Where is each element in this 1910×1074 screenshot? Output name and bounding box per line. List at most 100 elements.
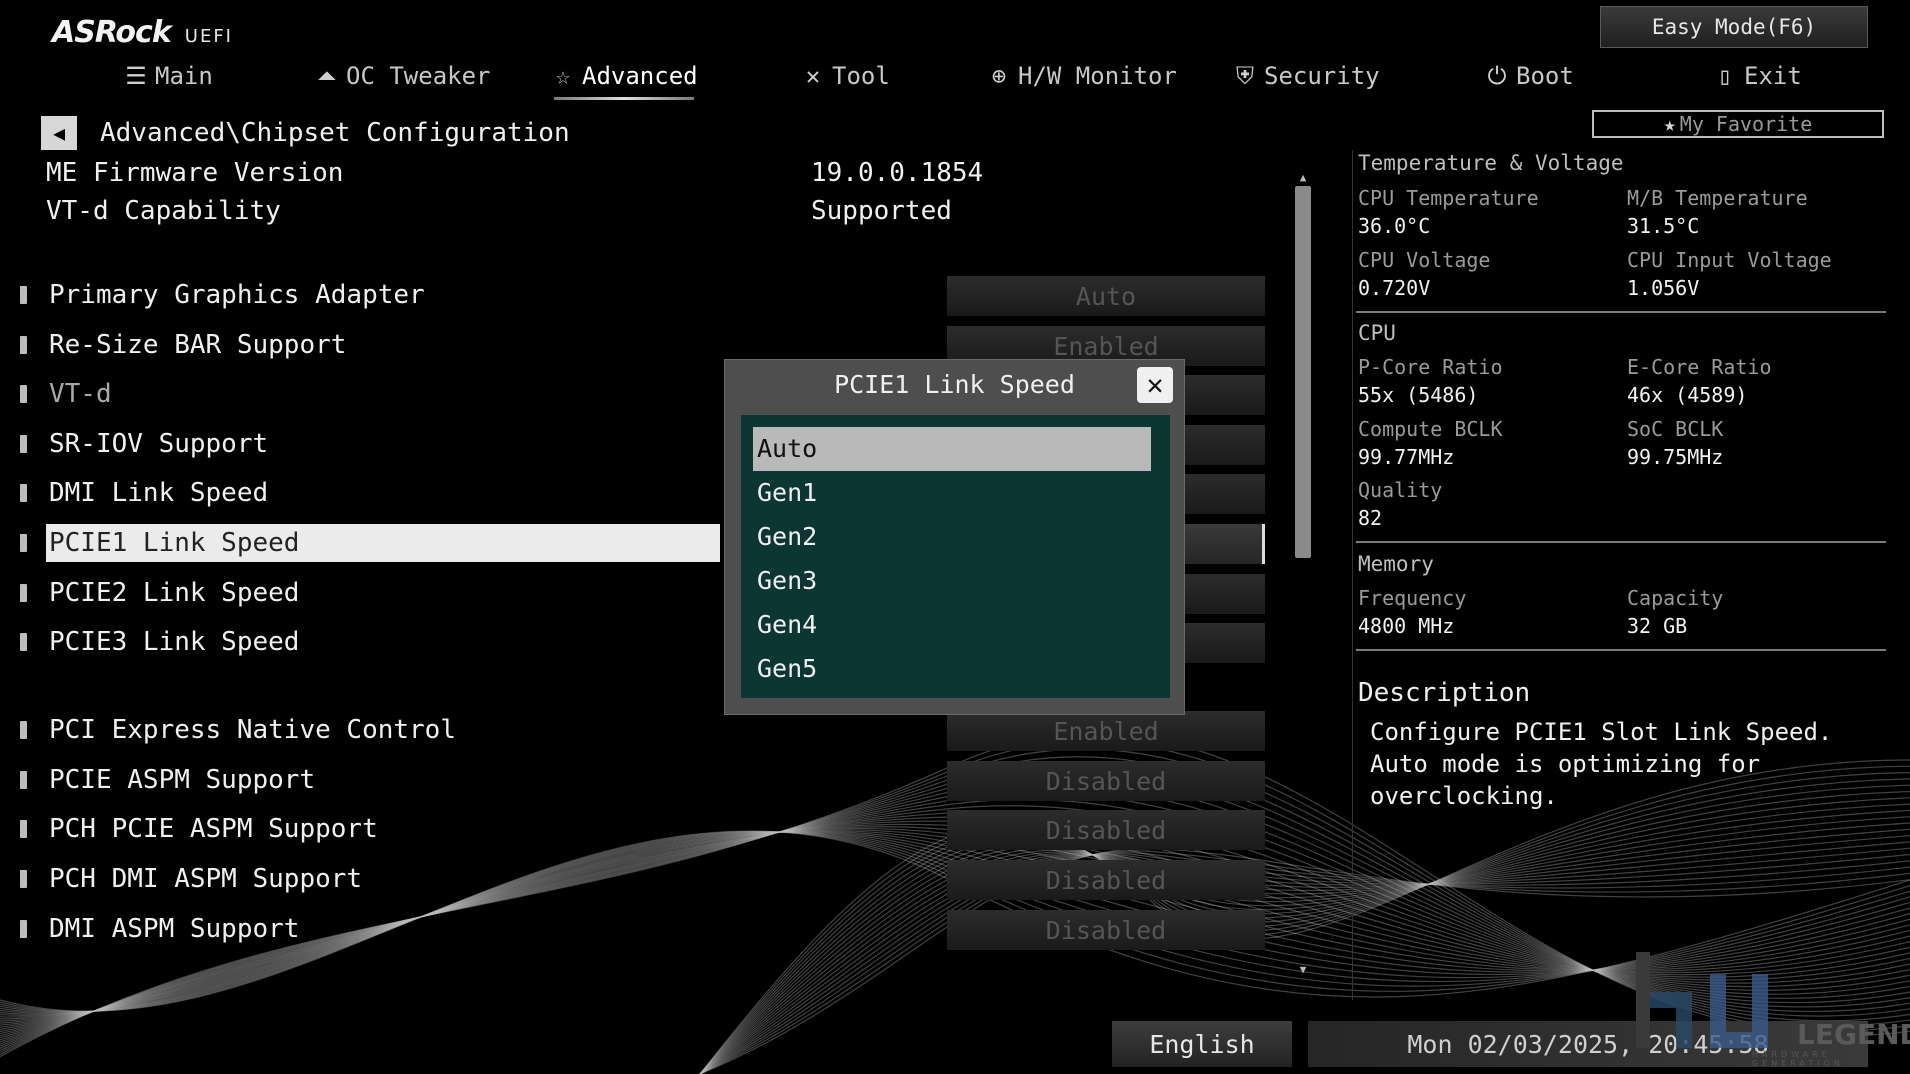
tab-oc-tweaker[interactable]: ⏶ OC Tweaker bbox=[314, 54, 491, 98]
tab-oc-tweaker-label: OC Tweaker bbox=[346, 62, 491, 90]
back-arrow-icon: ◀ bbox=[52, 121, 66, 145]
breadcrumb: Advanced\Chipset Configuration bbox=[100, 118, 570, 148]
setting-pch-dmi-aspm-support[interactable]: PCH DMI ASPM Support bbox=[49, 860, 362, 898]
row-bullet bbox=[20, 920, 27, 938]
list-icon: ☰ bbox=[125, 62, 147, 90]
mb-temp-value: 31.5°C bbox=[1627, 214, 1700, 238]
tab-main-label: Main bbox=[155, 62, 213, 90]
watermark-logo: LEGEND HARDWARE GENERATION bbox=[1632, 952, 1910, 1068]
dialog-title: PCIE1 Link Speed bbox=[834, 370, 1075, 399]
setting-pcie-aspm-support[interactable]: PCIE ASPM Support bbox=[49, 761, 315, 799]
quality-label: Quality bbox=[1358, 478, 1443, 502]
panel-divider bbox=[1356, 541, 1886, 543]
star-icon: ☆ bbox=[555, 62, 571, 90]
tab-exit[interactable]: ▯ Exit bbox=[1712, 54, 1802, 98]
setting-pcie1-link-speed[interactable]: PCIE1 Link Speed bbox=[49, 524, 299, 562]
option-gen2[interactable]: Gen2 bbox=[753, 515, 1151, 559]
panel-divider bbox=[1356, 311, 1886, 313]
tab-advanced[interactable]: ☆ Advanced bbox=[550, 54, 698, 100]
link-speed-dialog: PCIE1 Link Speed ✕ Auto Gen1 Gen2 Gen3 G… bbox=[724, 359, 1185, 715]
row-bullet bbox=[20, 385, 27, 403]
option-gen1[interactable]: Gen1 bbox=[753, 471, 1151, 515]
row-bullet bbox=[20, 870, 27, 888]
vtd-capability-value: Supported bbox=[811, 196, 952, 226]
back-button[interactable]: ◀ bbox=[41, 116, 77, 150]
value-primary-graphics-adapter[interactable]: Auto bbox=[947, 276, 1265, 316]
scrollbar-thumb[interactable] bbox=[1295, 186, 1311, 558]
setting-pcie2-link-speed[interactable]: PCIE2 Link Speed bbox=[49, 574, 299, 612]
cpu-input-voltage-label: CPU Input Voltage bbox=[1627, 248, 1832, 272]
crosshair-icon: ⊕ bbox=[991, 62, 1007, 90]
scroll-down-icon[interactable]: ▼ bbox=[1295, 963, 1311, 977]
tab-main[interactable]: ☰ Main bbox=[123, 54, 213, 98]
option-gen4[interactable]: Gen4 bbox=[753, 603, 1151, 647]
setting-pch-pcie-aspm-support[interactable]: PCH PCIE ASPM Support bbox=[49, 810, 378, 848]
setting-dmi-link-speed[interactable]: DMI Link Speed bbox=[49, 474, 268, 512]
row-bullet bbox=[20, 584, 27, 602]
mem-frequency-value: 4800 MHz bbox=[1358, 614, 1455, 638]
compute-bclk-label: Compute BCLK bbox=[1358, 417, 1503, 441]
vtd-capability-label: VT-d Capability bbox=[46, 196, 281, 226]
value-pch-pcie-aspm-support[interactable]: Disabled bbox=[947, 810, 1265, 850]
tab-boot[interactable]: ⏻ Boot bbox=[1484, 54, 1574, 98]
logo-text: ASRock bbox=[52, 15, 172, 50]
tab-hw-monitor[interactable]: ⊕ H/W Monitor bbox=[986, 54, 1177, 98]
setting-pci-express-native-control[interactable]: PCI Express Native Control bbox=[49, 711, 456, 749]
info-panel bbox=[1352, 150, 1898, 1000]
cpu-temp-value: 36.0°C bbox=[1358, 214, 1431, 238]
tab-security[interactable]: ⛨ Security bbox=[1232, 54, 1380, 98]
compute-bclk-value: 99.77MHz bbox=[1358, 445, 1455, 469]
pcore-ratio-label: P-Core Ratio bbox=[1358, 355, 1503, 379]
cpu-title: CPU bbox=[1358, 321, 1396, 345]
ecore-ratio-value: 46x (4589) bbox=[1627, 383, 1748, 407]
me-firmware-value: 19.0.0.1854 bbox=[811, 158, 984, 188]
setting-primary-graphics-adapter[interactable]: Primary Graphics Adapter bbox=[49, 276, 425, 314]
row-bullet bbox=[20, 820, 27, 838]
row-bullet bbox=[20, 633, 27, 651]
language-button[interactable]: English bbox=[1112, 1021, 1292, 1067]
exit-icon: ▯ bbox=[1717, 62, 1733, 90]
rocket-icon: ⏶ bbox=[317, 62, 337, 90]
mem-frequency-label: Frequency bbox=[1358, 586, 1467, 610]
watermark-subtext: HARDWARE GENERATION bbox=[1752, 1050, 1844, 1068]
shield-icon: ⛨ bbox=[1236, 62, 1254, 90]
asrock-logo: ASRock UEFI bbox=[52, 10, 233, 50]
value-pcie-aspm-support[interactable]: Disabled bbox=[947, 761, 1265, 801]
cpu-temp-label: CPU Temperature bbox=[1358, 186, 1539, 210]
row-bullet bbox=[20, 534, 27, 552]
my-favorite-label: My Favorite bbox=[1679, 112, 1813, 136]
tab-tool-label: Tool bbox=[832, 62, 890, 90]
star-icon: ★ bbox=[1663, 112, 1676, 136]
temp-voltage-title: Temperature & Voltage bbox=[1358, 151, 1624, 175]
main-nav: ☰ Main ⏶ OC Tweaker ☆ Advanced ✕ Tool ⊕ … bbox=[0, 54, 1910, 100]
cpu-voltage-label: CPU Voltage bbox=[1358, 248, 1491, 272]
panel-divider bbox=[1356, 649, 1886, 651]
option-gen5[interactable]: Gen5 bbox=[753, 647, 1151, 691]
scroll-up-icon[interactable]: ▲ bbox=[1295, 171, 1311, 185]
setting-resize-bar-support[interactable]: Re-Size BAR Support bbox=[49, 326, 346, 364]
setting-vt-d[interactable]: VT-d bbox=[49, 375, 112, 413]
setting-pcie3-link-speed[interactable]: PCIE3 Link Speed bbox=[49, 623, 299, 661]
tab-tool[interactable]: ✕ Tool bbox=[800, 54, 890, 98]
logo-sub-text: UEFI bbox=[184, 26, 233, 47]
option-list: Auto Gen1 Gen2 Gen3 Gen4 Gen5 bbox=[741, 415, 1170, 698]
option-auto[interactable]: Auto bbox=[753, 427, 1151, 471]
easy-mode-button[interactable]: Easy Mode(F6) bbox=[1600, 6, 1868, 48]
setting-sr-iov-support[interactable]: SR-IOV Support bbox=[49, 425, 268, 463]
my-favorite-button[interactable]: ★ My Favorite bbox=[1592, 110, 1884, 138]
power-icon: ⏻ bbox=[1487, 62, 1507, 90]
pcore-ratio-value: 55x (5486) bbox=[1358, 383, 1479, 407]
soc-bclk-value: 99.75MHz bbox=[1627, 445, 1724, 469]
mem-capacity-value: 32 GB bbox=[1627, 614, 1688, 638]
mem-capacity-label: Capacity bbox=[1627, 586, 1724, 610]
close-icon[interactable]: ✕ bbox=[1137, 367, 1173, 403]
value-pci-express-native-control[interactable]: Enabled bbox=[947, 711, 1265, 751]
quality-value: 82 bbox=[1358, 506, 1383, 530]
value-pch-dmi-aspm-support[interactable]: Disabled bbox=[947, 860, 1265, 900]
watermark-text: LEGEND bbox=[1797, 1018, 1910, 1051]
tab-advanced-label: Advanced bbox=[582, 62, 698, 90]
setting-dmi-aspm-support[interactable]: DMI ASPM Support bbox=[49, 910, 299, 948]
value-dmi-aspm-support[interactable]: Disabled bbox=[947, 910, 1265, 950]
option-gen3[interactable]: Gen3 bbox=[753, 559, 1151, 603]
row-bullet bbox=[20, 771, 27, 789]
